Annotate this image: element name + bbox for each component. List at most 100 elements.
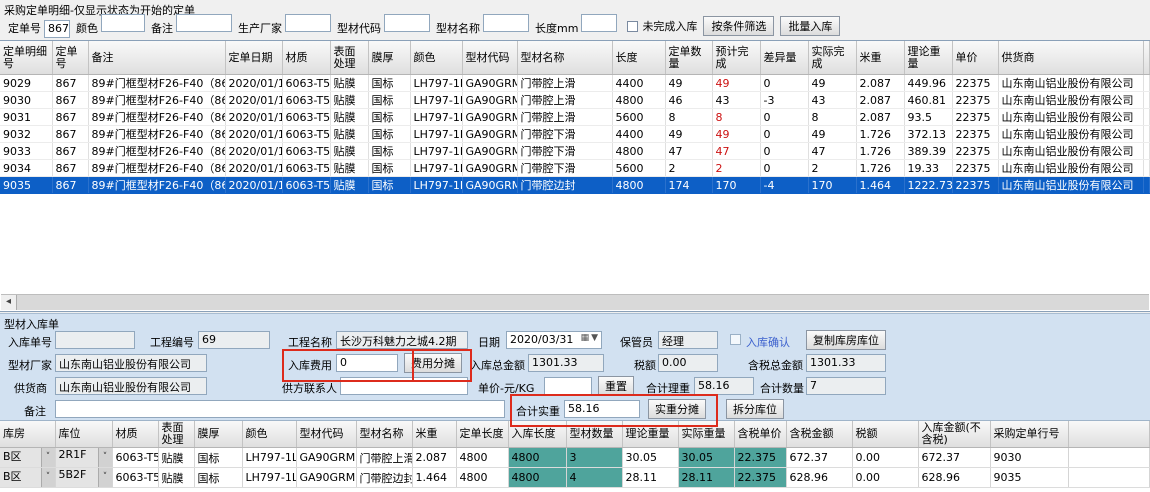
date-field[interactable]: 2020/03/31▼▦ [506,331,602,349]
total-theory-field[interactable]: 58.16 [694,377,754,395]
column-header[interactable]: 型材代码 [462,41,517,75]
filter-field[interactable] [384,14,430,32]
combo-cell[interactable]: ˅ B区 [0,468,55,488]
column-header[interactable]: 定单明细号 [0,41,52,75]
filler-cell [1143,126,1150,143]
column-header[interactable]: 含税金额 [786,421,852,448]
filter-field[interactable] [285,14,331,32]
cell: 贴膜 [330,109,368,126]
dropdown-arrow-icon[interactable]: ˅ [41,448,55,467]
column-header[interactable]: 备注 [88,41,225,75]
table-row[interactable]: 903486789#门框型材F26-F40（866+867）2020/01/13… [0,160,1150,177]
column-header[interactable]: 米重 [856,41,904,75]
column-header[interactable]: 颜色 [410,41,462,75]
total-with-tax-field[interactable]: 1301.33 [806,354,886,372]
filter-field[interactable] [101,14,145,32]
table-row[interactable]: ˅B区˅5B2F6063-T5贴膜国标LH797-1LL0GA90GRM05门带… [0,468,1150,488]
table-row[interactable]: 902986789#门框型材F26-F40（866+867）2020/01/13… [0,75,1150,92]
column-header[interactable]: 长度 [612,41,665,75]
column-header[interactable]: 库房 [0,421,55,448]
filter-field[interactable]: 867 [44,20,70,38]
filter-field[interactable] [176,14,232,32]
column-header[interactable]: 表面处理 [158,421,194,448]
column-header[interactable]: 材质 [282,41,330,75]
column-header[interactable]: 型材代码 [296,421,356,448]
table-row[interactable]: 903186789#门框型材F26-F40（866+867）2020/01/13… [0,109,1150,126]
dropdown-arrow-icon[interactable]: ˅ [41,468,55,487]
column-header[interactable]: 定单日期 [225,41,282,75]
column-header[interactable]: 米重 [412,421,456,448]
column-header[interactable]: 定单号 [52,41,88,75]
cell: 672.37 [918,448,990,468]
column-header[interactable]: 入库金额(不含税) [918,421,990,448]
inbound-no-field[interactable] [55,331,135,349]
inbound-confirm-label: 入库确认 [746,334,790,350]
annotation-box-fee-split [282,349,472,382]
note-field[interactable] [55,400,505,418]
filter-field[interactable] [581,14,617,32]
cell: 89#门框型材F26-F40（866+867） [88,75,225,92]
column-header[interactable]: 膜厚 [368,41,410,75]
factory-field[interactable]: 山东南山铝业股份有限公司 [55,354,207,372]
column-header[interactable]: 颜色 [242,421,296,448]
filter-label: 型材名称 [436,22,480,35]
batch-inbound-button[interactable]: 批量入库 [780,16,840,36]
combo-cell[interactable]: ˅2R1F [55,448,112,468]
column-header[interactable]: 税额 [852,421,918,448]
unfinished-inbound-checkbox[interactable] [627,21,638,32]
dropdown-arrow-icon[interactable]: ˅ [98,468,112,487]
column-header[interactable]: 理论重量 [904,41,952,75]
column-header[interactable]: 差异量 [760,41,808,75]
dropdown-arrow-icon[interactable]: ˅ [98,448,112,467]
total-amount-field[interactable]: 1301.33 [528,354,604,372]
column-header[interactable]: 型材名称 [356,421,412,448]
project-no-field[interactable]: 69 [198,331,270,349]
column-header[interactable]: 定单数量 [665,41,712,75]
scroll-left-icon[interactable]: ◂ [1,295,17,310]
filter-by-condition-button[interactable]: 按条件筛选 [703,16,774,36]
reset-button[interactable]: 重置 [598,376,634,396]
horizontal-scrollbar[interactable]: ◂ [1,294,1149,310]
combo-cell[interactable]: ˅5B2F [55,468,112,488]
table-row[interactable]: 903086789#门框型材F26-F40（866+867）2020/01/13… [0,92,1150,109]
column-header[interactable]: 采购定单行号 [990,421,1068,448]
column-header[interactable]: 供货商 [998,41,1143,75]
copy-warehouse-button[interactable]: 复制库房库位 [806,330,886,350]
column-header[interactable]: 预计完成 [712,41,760,75]
cell: LH797-1LL0 [410,177,462,194]
table-row[interactable]: ˅B区˅2R1F6063-T5贴膜国标LH797-1LL0GA90GRM03门带… [0,448,1150,468]
combo-value: B区 [0,468,25,484]
cell: 门带腔上滑 [517,109,612,126]
column-header[interactable]: 实际完成 [808,41,856,75]
split-location-button[interactable]: 拆分库位 [726,399,784,419]
column-header[interactable]: 单价 [952,41,998,75]
keeper-field[interactable]: 经理 [658,331,718,349]
tax-field[interactable]: 0.00 [658,354,718,372]
column-header[interactable]: 型材名称 [517,41,612,75]
column-header[interactable]: 库位 [55,421,112,448]
unit-price-field[interactable] [544,377,592,395]
column-header[interactable]: 材质 [112,421,158,448]
column-header[interactable]: 表面处理 [330,41,368,75]
combo-cell[interactable]: ˅ B区 [0,448,55,468]
supplier-field[interactable]: 山东南山铝业股份有限公司 [55,377,207,395]
filter-field[interactable] [483,14,529,32]
cell: 22375 [952,92,998,109]
cell: 2.087 [856,75,904,92]
column-header[interactable]: 膜厚 [194,421,242,448]
filler-header [1068,421,1150,448]
project-name-field[interactable]: 长沙万科魅力之城4.2期 [336,331,468,349]
inbound-confirm-checkbox[interactable] [730,334,741,345]
table-row[interactable]: 903286789#门框型材F26-F40（866+867）2020/01/13… [0,126,1150,143]
table-row[interactable]: 903586789#门框型材F26-F40（866+867）2020/01/13… [0,177,1150,194]
cell: 贴膜 [330,75,368,92]
column-header[interactable]: 含税单价 [734,421,786,448]
table-row[interactable]: 903386789#门框型材F26-F40（866+867）2020/01/13… [0,143,1150,160]
dropdown-arrow-icon[interactable]: ▼ [591,333,598,343]
cell: 4800 [456,448,508,468]
column-header[interactable]: 定单长度 [456,421,508,448]
cell: 1.464 [412,468,456,488]
total-qty-field[interactable]: 7 [806,377,886,395]
calendar-icon[interactable]: ▦ [581,333,590,343]
combo-value: B区 [0,448,25,464]
